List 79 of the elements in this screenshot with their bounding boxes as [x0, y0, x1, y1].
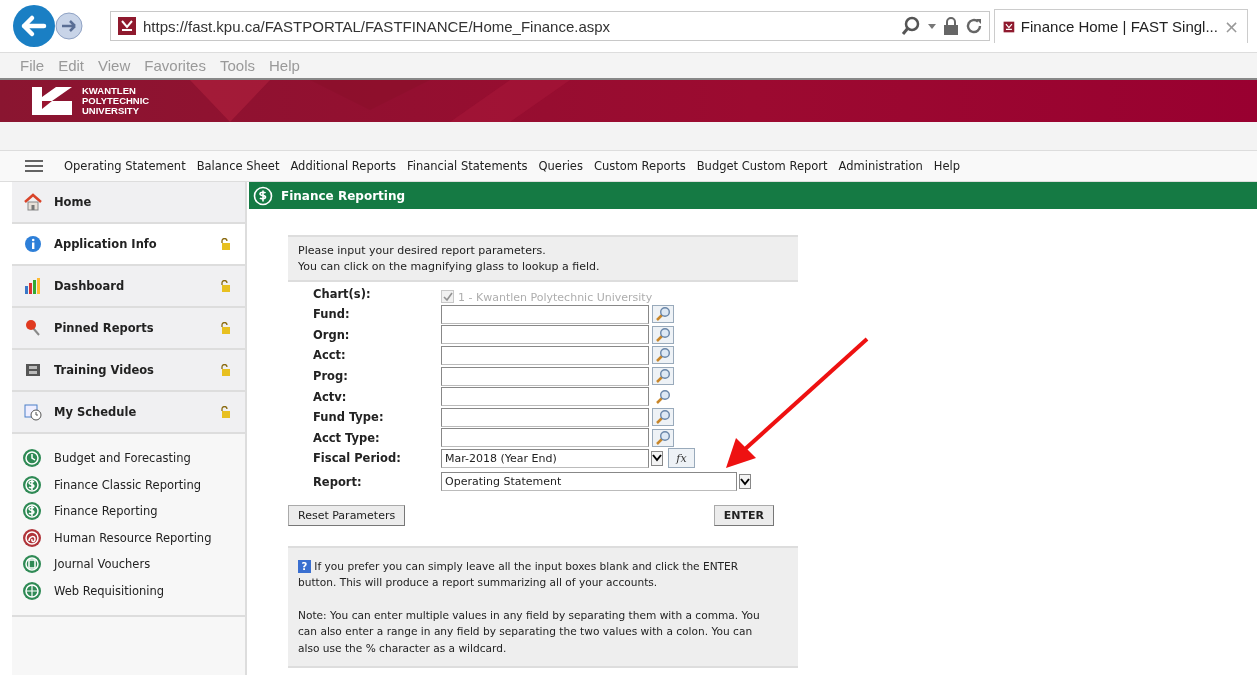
field-label: Fiscal Period: — [313, 451, 402, 466]
lookup-button[interactable] — [652, 346, 674, 365]
browser-tab[interactable]: Finance Home | FAST Singl... × — [994, 9, 1248, 43]
sidebar-item[interactable]: Dashboard — [12, 266, 245, 308]
field-label: Orgn: — [313, 327, 351, 342]
lookup-button[interactable] — [652, 325, 674, 344]
logo-text: UNIVERSITY — [82, 106, 140, 116]
address-bar[interactable]: https://fast.kpu.ca/FASTPORTAL/FASTFINANCE/Home_Finance.aspx — [110, 11, 990, 41]
dollar-icon — [253, 185, 273, 206]
help-icon: ? — [298, 559, 311, 573]
schedule-icon — [24, 403, 42, 421]
nav-link[interactable]: Administration — [838, 159, 923, 173]
menu-icon[interactable] — [25, 160, 43, 172]
dropdown-button[interactable] — [651, 450, 663, 466]
input-field[interactable] — [441, 304, 649, 324]
input-field[interactable] — [441, 428, 649, 448]
url-text: https://fast.kpu.ca/FASTPORTAL/FASTFINANCE/Home_Finance.aspx — [143, 17, 611, 35]
app-link[interactable]: Finance Classic Reporting — [22, 474, 245, 495]
film-icon — [24, 361, 42, 379]
lookup-button[interactable] — [652, 408, 674, 427]
logo-text: KWANTLEN — [82, 86, 137, 96]
sidebar-item[interactable]: Home — [12, 182, 245, 224]
field-label: Acct: — [313, 348, 347, 363]
refresh-icon[interactable] — [965, 17, 983, 35]
app-link[interactable]: Journal Vouchers — [22, 554, 245, 574]
instructions-text: Please input your desired report parameters. — [298, 243, 547, 259]
pin-icon — [24, 319, 42, 337]
field-label: Report: — [313, 474, 363, 489]
sidebar-item[interactable]: Training Videos — [12, 350, 245, 392]
field-label: Chart(s): — [313, 287, 372, 301]
nav-link[interactable]: Queries — [538, 159, 583, 173]
search-icon[interactable] — [901, 16, 921, 36]
field-label: Acct Type: — [313, 430, 381, 445]
enter-button[interactable]: ENTER — [713, 504, 774, 526]
app-link[interactable]: Budget and Forecasting — [22, 448, 245, 468]
field-label: Actv: — [313, 389, 348, 404]
info-icon — [24, 235, 42, 253]
field-label: Fund: — [313, 307, 351, 322]
input-field[interactable] — [441, 366, 649, 386]
app-link[interactable]: Human Resource Reporting — [22, 527, 245, 548]
lookup-button[interactable] — [652, 367, 674, 386]
dropdown-button[interactable] — [739, 474, 751, 490]
house-icon — [24, 193, 42, 211]
checkbox-label: 1 - Kwantlen Polytechnic University — [458, 290, 653, 304]
lock-icon — [943, 16, 959, 36]
tab-title: Finance Home | FAST Singl... — [1020, 18, 1218, 35]
nav-link[interactable]: Additional Reports — [290, 159, 396, 173]
field-label: Fund Type: — [313, 410, 385, 425]
formula-button[interactable]: fx — [668, 448, 695, 469]
logo-text: POLYTECHNIC — [82, 96, 150, 106]
input-field[interactable] — [441, 387, 649, 407]
app-link[interactable]: Finance Reporting — [22, 501, 245, 521]
caret-icon[interactable] — [927, 22, 937, 30]
input-field[interactable] — [441, 407, 649, 427]
nav-link[interactable]: Help — [933, 159, 960, 173]
forward-button[interactable] — [54, 11, 84, 41]
help-text: ? If you prefer you can simply leave all the input boxes blank and click the ENTER button. This will produce a report summarizing all of your accounts. — [298, 558, 740, 591]
instructions-text: You can click on the magnifying glass to lookup a field. — [298, 259, 601, 275]
note-text: Note: You can enter multiple values in any field by separating them with a comma. You can also enter a range in any field by separating the two values with a colon. You can also use the % character as a wildcard. — [298, 607, 761, 656]
site-favicon-icon — [117, 16, 137, 36]
sidebar-item[interactable]: My Schedule — [12, 392, 245, 434]
nav-link[interactable]: Financial Statements — [406, 159, 528, 173]
nav-link[interactable]: Budget Custom Report — [696, 159, 828, 173]
bar-chart-icon — [24, 277, 42, 295]
field-label: Prog: — [313, 369, 349, 384]
nav-link[interactable]: Balance Sheet — [196, 159, 280, 173]
nav-link[interactable]: Custom Reports — [593, 159, 686, 173]
fiscal-period-field[interactable]: Mar-2018 (Year End) — [441, 448, 649, 468]
panel-title: Finance Reporting — [281, 188, 406, 203]
back-button[interactable] — [12, 4, 56, 48]
input-field[interactable] — [441, 346, 649, 365]
input-field[interactable] — [441, 325, 649, 345]
app-link[interactable]: Web Requisitioning — [22, 580, 245, 601]
sidebar-item[interactable]: Application Info — [12, 224, 245, 266]
nav-link[interactable]: Operating Statement — [64, 159, 186, 173]
lookup-button[interactable] — [652, 305, 674, 324]
reset-button[interactable]: Reset Parameters — [288, 504, 406, 526]
sidebar-item[interactable]: Pinned Reports — [12, 308, 245, 350]
report-field[interactable]: Operating Statement — [441, 472, 737, 492]
